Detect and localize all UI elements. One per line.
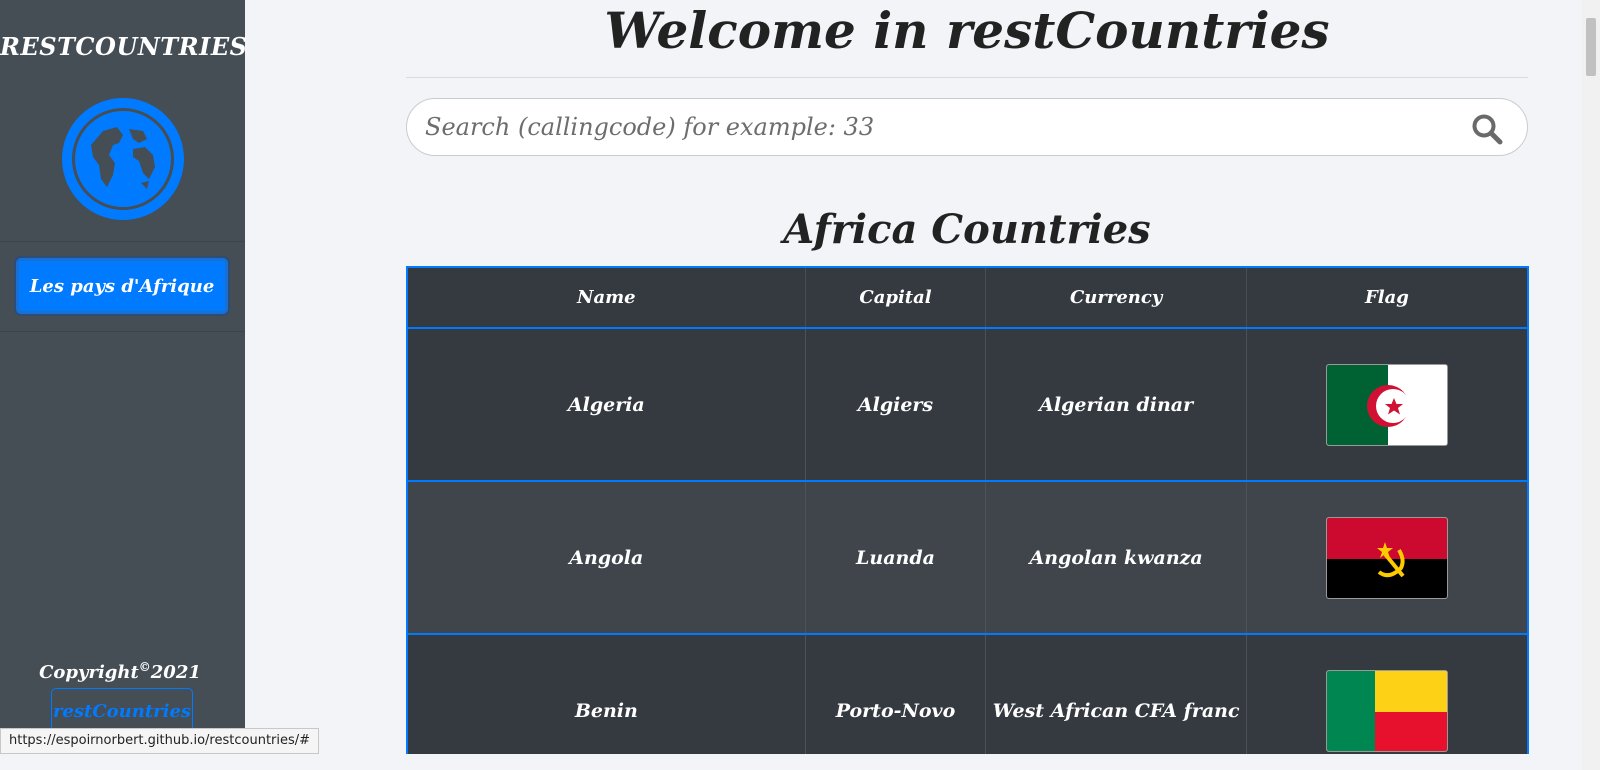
country-currency: Algerian dinar [985,328,1247,481]
flag-cell [1245,481,1528,634]
bottom-strip [0,754,1600,770]
table-header-row: Name Capital Currency Flag [407,267,1528,328]
page-title: Welcome in restCountries [604,1,1330,60]
algeria-flag [1325,363,1448,446]
sidebar-divider [0,331,245,332]
country-name: Benin [574,699,638,722]
copyright-text: Copyright [39,662,139,683]
brand-title: RESTCOUNTRIES [0,32,248,61]
countries-table: Name Capital Currency Flag Algeria Algie… [406,266,1529,770]
status-bar-url: https://espoirnorbert.github.io/restcoun… [0,728,320,754]
vertical-scrollbar[interactable] [1582,0,1600,770]
column-header-currency: Currency [985,267,1247,328]
section-title: Africa Countries [783,206,1151,253]
column-header-capital: Capital [804,267,986,328]
table-row: Algeria Algiers Algerian dinar [407,328,1528,481]
globe-icon [62,98,184,220]
sidebar: RESTCOUNTRIES Les pays d'Afrique Copyrig… [0,0,248,770]
country-capital: Luanda [804,481,986,634]
table-row: Benin Porto-Novo West African CFA franc [407,634,1528,770]
search-bar [406,98,1528,156]
nav-button-africa[interactable]: Les pays d'Afrique [16,258,228,314]
search-icon[interactable] [1471,113,1503,145]
country-name: Algeria [567,393,645,416]
column-header-flag: Flag [1245,267,1528,328]
copyright-year: 2021 [150,662,201,683]
country-capital: Algiers [804,328,986,481]
sidebar-divider [0,241,245,242]
title-divider [406,77,1528,78]
scrollbar-thumb[interactable] [1586,18,1596,76]
flag-cell [1245,634,1528,770]
flag-cell [1245,328,1528,481]
copyright: Copyright©2021 [0,660,240,683]
angola-flag [1325,516,1448,599]
country-currency: Angolan kwanza [985,481,1247,634]
benin-flag [1325,669,1448,752]
copyright-symbol: © [138,660,151,674]
column-header-name: Name [577,287,636,308]
country-capital: Porto-Novo [804,634,986,770]
country-currency: West African CFA franc [985,634,1247,770]
table-row: Angola Luanda Angolan kwanza [407,481,1528,634]
search-input[interactable] [425,107,1445,147]
country-name: Angola [569,546,644,569]
